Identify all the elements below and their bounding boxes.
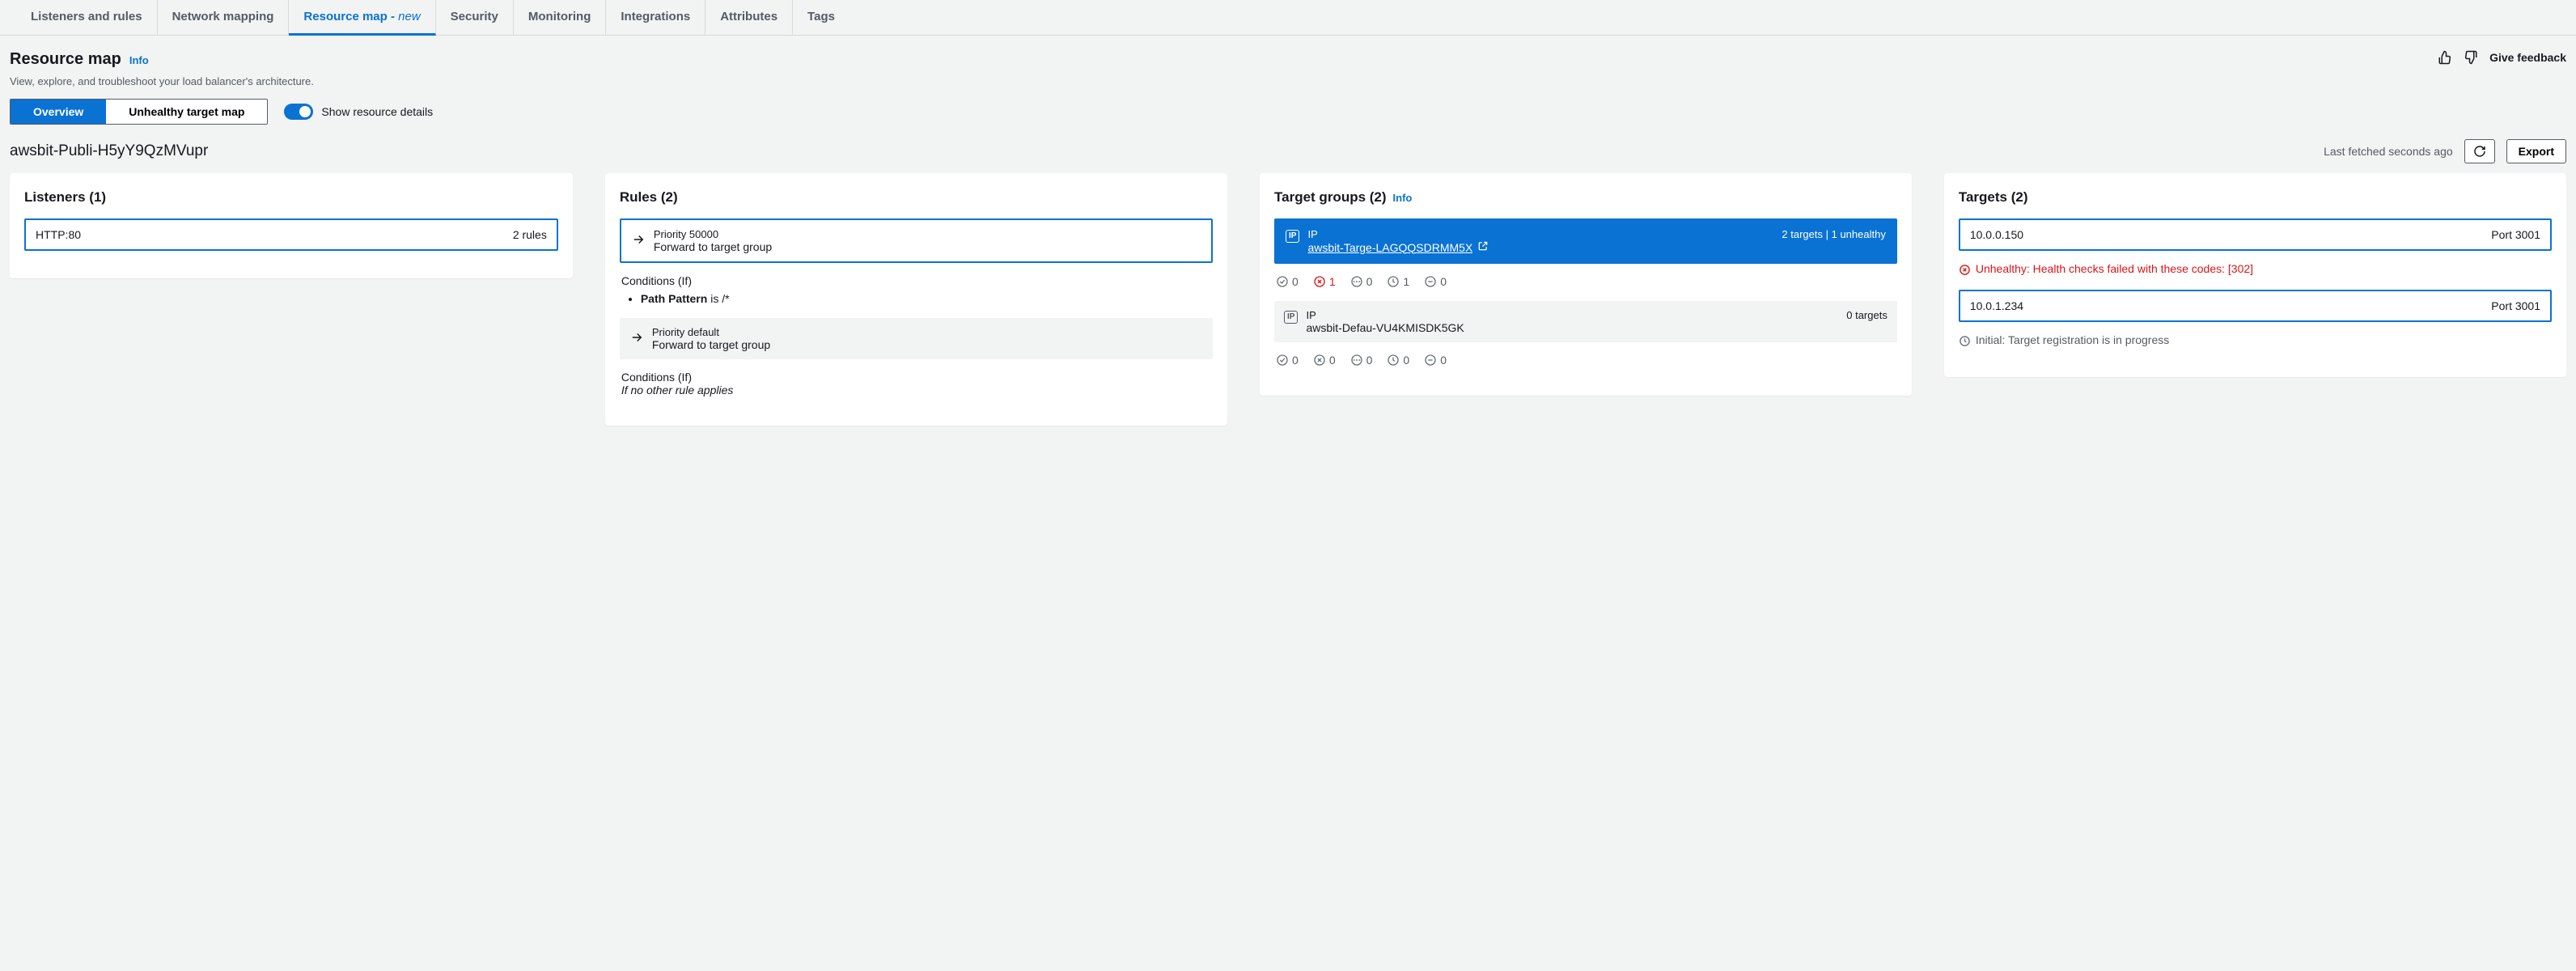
unused-count: 0 [1366,275,1373,288]
rule-node-priority-50000[interactable]: Priority 50000 Forward to target group [620,218,1213,263]
healthy-count: 0 [1292,275,1299,288]
arrow-right-icon [631,232,646,249]
target-port: Port 3001 [2491,299,2540,312]
rules-title: Rules (2) [620,189,1213,206]
tab-resource-map[interactable]: Resource map - new [289,0,435,36]
target-group-summary: 0 targets [1846,309,1888,321]
error-icon [1959,264,1971,278]
target-node-2[interactable]: 10.0.1.234 Port 3001 [1959,290,2552,322]
target-port: Port 3001 [2491,228,2540,241]
status-text: Unhealthy: Health checks failed with the… [1976,262,2253,275]
external-link-icon[interactable] [1477,240,1489,254]
target-group-2-stats: 0 0 0 0 0 [1274,354,1897,367]
unhealthy-count: 1 [1329,275,1336,288]
unhealthy-map-button[interactable]: Unhealthy target map [106,100,267,124]
load-balancer-name: awsbit-Publi-H5yY9QzMVupr [10,142,208,160]
initial-count: 1 [1403,275,1409,288]
rule-priority: Priority default [652,326,1203,338]
export-button[interactable]: Export [2506,139,2566,163]
tab-security[interactable]: Security [436,0,514,35]
condition-key: Path Pattern [641,292,707,305]
tab-attributes[interactable]: Attributes [705,0,793,35]
target-2-status: Initial: Target registration is in progr… [1959,333,2552,350]
target-group-name[interactable]: awsbit-Targe-LAGQQSDRMM5X [1307,241,1472,254]
thumbs-up-icon[interactable] [2438,50,2452,65]
ip-icon: IP [1286,230,1299,243]
listeners-column: Listeners (1) HTTP:80 2 rules [10,173,573,278]
conditions-title: Conditions (If) [621,274,1213,287]
listener-node[interactable]: HTTP:80 2 rules [24,218,558,251]
initial-count: 0 [1403,354,1409,367]
target-ip: 10.0.1.234 [1970,299,2023,312]
target-type: IP [1307,228,1317,240]
info-link[interactable]: Info [1393,192,1413,204]
unused-count: 0 [1366,354,1373,367]
tab-monitoring[interactable]: Monitoring [514,0,606,35]
draining-count: 0 [1440,354,1447,367]
healthy-count: 0 [1292,354,1299,367]
tab-network-mapping[interactable]: Network mapping [158,0,290,35]
listeners-title: Listeners (1) [24,189,558,206]
target-groups-column: Target groups (2) Info IP IP 2 targets |… [1260,173,1912,396]
target-groups-title: Target groups (2) [1274,189,1387,206]
new-badge: new [398,10,421,23]
tab-listeners[interactable]: Listeners and rules [16,0,158,35]
rule-node-default[interactable]: Priority default Forward to target group [620,318,1213,359]
target-group-node-1[interactable]: IP IP 2 targets | 1 unhealthy awsbit-Tar… [1274,218,1897,264]
thumbs-down-icon[interactable] [2464,50,2478,65]
ip-icon: IP [1284,311,1298,324]
show-details-toggle[interactable] [284,104,313,120]
overview-button[interactable]: Overview [11,100,106,124]
tab-tags[interactable]: Tags [793,0,849,35]
target-group-node-2[interactable]: IP IP 0 targets awsbit-Defau-VU4KMISDK5G… [1274,301,1897,342]
info-link[interactable]: Info [129,54,149,66]
targets-column: Targets (2) 10.0.0.150 Port 3001 Unhealt… [1944,173,2566,377]
page-subtitle: View, explore, and troubleshoot your loa… [0,75,2576,99]
listener-protocol: HTTP:80 [36,228,81,241]
view-segmented-control: Overview Unhealthy target map [10,99,268,125]
conditions-title: Conditions (If) [621,371,1213,384]
status-text: Initial: Target registration is in progr… [1976,333,2169,346]
rule-action: Forward to target group [654,240,1201,253]
arrow-right-icon [629,330,644,347]
rules-column: Rules (2) Priority 50000 Forward to targ… [605,173,1227,426]
target-type: IP [1306,309,1316,321]
tab-resource-map-label: Resource map - [303,10,398,23]
rule-priority: Priority 50000 [654,228,1201,240]
draining-count: 0 [1440,275,1447,288]
tab-bar: Listeners and rules Network mapping Reso… [0,0,2576,36]
listener-rule-count: 2 rules [513,228,547,241]
page-title: Resource map [10,50,121,69]
target-1-status: Unhealthy: Health checks failed with the… [1959,262,2552,278]
refresh-button[interactable] [2464,139,2495,163]
clock-icon [1959,335,1971,350]
target-group-1-stats: 0 1 0 1 0 [1274,275,1897,288]
target-group-name: awsbit-Defau-VU4KMISDK5GK [1306,321,1887,334]
target-ip: 10.0.0.150 [1970,228,2023,241]
last-fetched-text: Last fetched seconds ago [2324,145,2453,158]
rule-1-conditions: Conditions (If) Path Pattern is /* [620,274,1213,305]
show-details-label: Show resource details [321,105,433,118]
targets-title: Targets (2) [1959,189,2552,206]
rule-action: Forward to target group [652,338,1203,351]
condition-text: If no other rule applies [621,384,1213,396]
target-group-summary: 2 targets | 1 unhealthy [1782,228,1885,240]
unhealthy-count: 0 [1329,354,1336,367]
give-feedback-link[interactable]: Give feedback [2489,51,2566,64]
condition-value: is /* [707,292,729,305]
target-node-1[interactable]: 10.0.0.150 Port 3001 [1959,218,2552,251]
tab-integrations[interactable]: Integrations [606,0,705,35]
rule-2-conditions: Conditions (If) If no other rule applies [620,371,1213,396]
